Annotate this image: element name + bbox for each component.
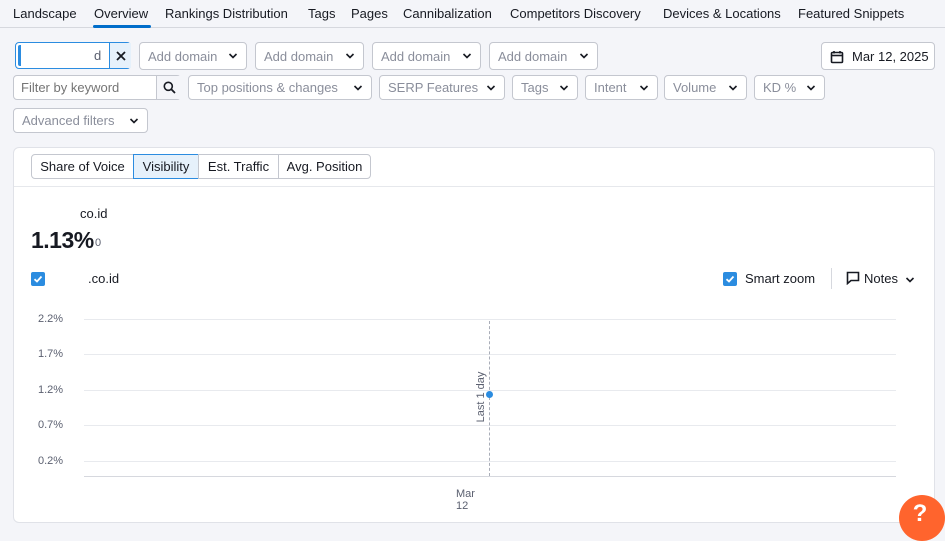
y-tick-label: 0.7% (38, 419, 64, 431)
chevron-down-icon (129, 118, 139, 124)
advanced-filters-button[interactable]: Advanced filters (13, 108, 148, 133)
tab-overview[interactable]: Overview (94, 6, 148, 21)
note-icon (846, 271, 860, 285)
chevron-down-icon (353, 85, 363, 91)
close-icon (115, 50, 126, 61)
metric-tab-est-traffic[interactable]: Est. Traffic (198, 154, 279, 179)
help-button[interactable]: ? (899, 495, 945, 541)
chevron-down-icon (728, 85, 738, 91)
notes-label: Notes (864, 271, 898, 286)
metric-tab-avg-position[interactable]: Avg. Position (278, 154, 371, 179)
add-domain-label: Add domain (148, 48, 218, 64)
chevron-down-icon (639, 85, 649, 91)
top-positions-filter[interactable]: Top positions & changes (188, 75, 372, 100)
y-tick-label: 0.2% (38, 455, 64, 467)
y-tick-label: 1.2% (38, 384, 64, 396)
keyword-filter (13, 75, 181, 100)
domain-chip[interactable]: d (15, 42, 131, 69)
chevron-down-icon (228, 53, 238, 59)
y-tick-label: 2.2% (38, 313, 64, 325)
tab-featured-snippets[interactable]: Featured Snippets (798, 6, 904, 21)
intent-filter[interactable]: Intent (585, 75, 658, 100)
date-marker-line (489, 321, 490, 476)
tab-landscape[interactable]: Landscape (13, 6, 77, 21)
gridline (84, 425, 896, 426)
add-domain-dropdown-1[interactable]: Add domain (139, 42, 247, 70)
gridline (84, 319, 896, 320)
filter-label: Top positions & changes (197, 80, 338, 95)
help-icon: ? (912, 500, 928, 527)
tab-cannibalization[interactable]: Cannibalization (403, 6, 492, 21)
tab-rankings-distribution[interactable]: Rankings Distribution (165, 6, 288, 21)
domain-chip-redacted (18, 45, 98, 66)
summary-change: 0 (95, 237, 102, 249)
filter-label: KD % (763, 80, 797, 95)
add-domain-label: Add domain (498, 48, 568, 64)
calendar-icon (830, 51, 844, 64)
chevron-down-icon (486, 85, 496, 91)
series-checkbox[interactable] (31, 272, 45, 286)
divider (14, 186, 934, 187)
notes-button[interactable]: Notes (845, 269, 919, 289)
filter-label: Volume (673, 80, 717, 95)
volume-filter[interactable]: Volume (664, 75, 747, 100)
smart-zoom-label: Smart zoom (745, 271, 816, 286)
add-domain-dropdown-2[interactable]: Add domain (255, 42, 364, 70)
gridline (84, 461, 896, 462)
summary-value: 1.13% (31, 227, 94, 253)
add-domain-label: Add domain (381, 48, 451, 64)
chevron-down-icon (905, 277, 915, 283)
add-domain-label: Add domain (264, 48, 334, 64)
chevron-down-icon (806, 85, 816, 91)
tab-devices-locations[interactable]: Devices & Locations (663, 6, 781, 21)
check-icon (725, 275, 735, 283)
date-marker-label: Last 1 day (475, 371, 487, 423)
tags-filter[interactable]: Tags (512, 75, 578, 100)
chevron-down-icon (559, 85, 569, 91)
tab-competitors-discovery[interactable]: Competitors Discovery (510, 6, 641, 21)
report-tabs: Landscape Overview Rankings Distribution… (0, 0, 945, 28)
x-axis-line (84, 476, 896, 477)
filter-label: Tags (521, 80, 549, 95)
legend-divider (831, 268, 832, 289)
gridline (84, 354, 896, 355)
active-tab-indicator (93, 25, 151, 28)
keyword-search-button[interactable] (156, 76, 181, 99)
add-domain-dropdown-3[interactable]: Add domain (372, 42, 481, 70)
date-label: Mar 12, 2025 (852, 48, 929, 64)
serp-features-filter[interactable]: SERP Features (379, 75, 505, 100)
kd-filter[interactable]: KD % (754, 75, 825, 100)
legend-domain: .co.id (88, 271, 120, 286)
y-tick-label: 1.7% (38, 348, 64, 360)
remove-domain-button[interactable] (109, 43, 131, 68)
keyword-filter-input[interactable] (14, 76, 156, 99)
domain-chip-label: d (94, 48, 102, 63)
date-picker-button[interactable]: Mar 12, 2025 (821, 42, 935, 70)
metric-tab-visibility[interactable]: Visibility (133, 154, 199, 179)
chevron-down-icon (462, 53, 472, 59)
add-domain-dropdown-4[interactable]: Add domain (489, 42, 598, 70)
filter-label: Intent (594, 80, 627, 95)
advanced-filters-label: Advanced filters (22, 113, 115, 128)
check-icon (33, 275, 43, 283)
filter-label: SERP Features (388, 80, 479, 95)
chevron-down-icon (579, 53, 589, 59)
chart-panel (13, 147, 935, 523)
chevron-down-icon (345, 53, 355, 59)
search-icon (163, 81, 176, 94)
metric-tab-share-of-voice[interactable]: Share of Voice (31, 154, 134, 179)
tab-pages[interactable]: Pages (351, 6, 388, 21)
summary-domain: co.id (80, 206, 108, 221)
smart-zoom-checkbox[interactable] (723, 272, 737, 286)
tab-tags[interactable]: Tags (308, 6, 335, 21)
x-tick-label: Mar 12 (456, 488, 475, 512)
